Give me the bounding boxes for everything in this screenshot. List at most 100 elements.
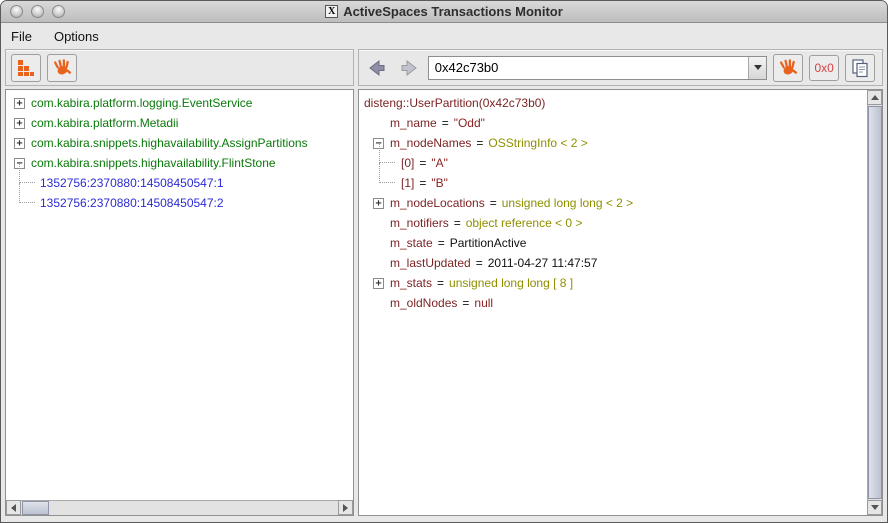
field-value: "Odd"	[454, 116, 485, 130]
detail-row[interactable]: m_oldNodes = null	[359, 293, 866, 313]
detail-row[interactable]: −m_nodeNames=OSStringInfo < 2 >	[359, 133, 866, 153]
field-name: [0]	[401, 156, 414, 170]
grab-object-button[interactable]	[773, 54, 803, 82]
close-button[interactable]	[10, 5, 23, 18]
field-name: m_oldNodes	[390, 296, 457, 310]
tree-item-label[interactable]: com.kabira.snippets.highavailability.Fli…	[31, 156, 276, 170]
field-value: PartitionActive	[450, 236, 527, 250]
equals-sign: =	[476, 256, 483, 270]
hex-view-button[interactable]: 0x0	[809, 55, 839, 81]
address-input[interactable]	[429, 57, 748, 79]
forward-arrow-icon	[399, 59, 419, 77]
equals-sign: =	[442, 116, 449, 130]
detail-row[interactable]: [0]="A"	[359, 153, 866, 173]
right-toolbar: 0x0	[358, 49, 883, 86]
tree-connector-icon	[19, 163, 35, 183]
detail-tree: disteng::UserPartition(0x42c73b0)m_name=…	[359, 93, 866, 515]
detail-connector-icon	[379, 143, 395, 163]
detail-row[interactable]: [1] = "B"	[359, 173, 866, 193]
object-detail-pane: disteng::UserPartition(0x42c73b0)m_name=…	[358, 89, 883, 516]
detail-row[interactable]: +m_stats=unsigned long long [ 8 ]	[359, 273, 866, 293]
menu-file[interactable]: File	[11, 29, 32, 44]
tree-item[interactable]: + com.kabira.platform.logging.EventServic…	[6, 93, 353, 113]
menubar: File Options	[1, 24, 887, 48]
expand-icon[interactable]: +	[373, 278, 384, 289]
back-button[interactable]	[364, 55, 390, 81]
zoom-button[interactable]	[52, 5, 65, 18]
app-window: X ActiveSpaces Transactions Monitor File…	[0, 0, 888, 523]
field-name: m_nodeLocations	[390, 196, 485, 210]
field-value: "B"	[431, 176, 448, 190]
detail-root-label: disteng::UserPartition(0x42c73b0)	[364, 96, 545, 110]
scroll-up-button[interactable]	[867, 90, 882, 105]
field-name: m_notifiers	[390, 216, 449, 230]
minimize-button[interactable]	[31, 5, 44, 18]
field-name: [1]	[401, 176, 414, 190]
detail-vscrollbar[interactable]	[867, 90, 882, 515]
scroll-up-icon	[871, 95, 879, 100]
scroll-right-icon	[343, 504, 348, 512]
tree-item-label[interactable]: com.kabira.platform.Metadii	[31, 116, 178, 130]
address-dropdown-button[interactable]	[748, 57, 766, 79]
expand-icon[interactable]: +	[14, 138, 25, 149]
class-tree-hscrollbar[interactable]	[6, 500, 353, 515]
detail-row[interactable]: m_state = PartitionActive	[359, 233, 866, 253]
left-toolbar	[5, 49, 354, 86]
hscroll-thumb[interactable]	[22, 501, 49, 515]
address-combobox	[428, 56, 767, 80]
field-value: "A"	[431, 156, 448, 170]
copy-button[interactable]	[845, 54, 875, 82]
tree-item[interactable]: + com.kabira.snippets.highavailability.As…	[6, 133, 353, 153]
vscroll-thumb[interactable]	[868, 106, 882, 499]
right-panel: 0x0 disteng::UserPartition(0x42c73b0)m_n…	[358, 49, 883, 516]
expand-icon[interactable]: +	[373, 198, 384, 209]
scroll-down-icon	[871, 505, 879, 510]
field-value: unsigned long long [ 8 ]	[449, 276, 573, 290]
detail-row[interactable]: m_notifiers=object reference < 0 >	[359, 213, 866, 233]
detail-connector-icon	[379, 163, 395, 183]
grab-refresh-button[interactable]	[47, 54, 77, 82]
tree-item-label[interactable]: com.kabira.platform.logging.EventService	[31, 96, 252, 110]
expand-icon[interactable]: +	[14, 98, 25, 109]
class-tree: + com.kabira.platform.logging.EventServic…	[6, 93, 353, 499]
partition-blocks-icon	[17, 59, 35, 77]
copy-icon	[850, 58, 870, 78]
field-value: 2011-04-27 11:47:57	[488, 256, 598, 270]
tree-item[interactable]: + com.kabira.platform.Metadii	[6, 113, 353, 133]
scroll-left-icon	[11, 504, 16, 512]
titlebar: X ActiveSpaces Transactions Monitor	[1, 1, 887, 23]
window-controls	[10, 5, 65, 18]
detail-row[interactable]: m_name="Odd"	[359, 113, 866, 133]
equals-sign: =	[438, 236, 445, 250]
scroll-down-button[interactable]	[867, 500, 882, 515]
detail-root-row[interactable]: disteng::UserPartition(0x42c73b0)	[359, 93, 866, 113]
detail-row[interactable]: +m_nodeLocations=unsigned long long < 2 …	[359, 193, 866, 213]
hand-icon	[52, 58, 72, 78]
partitions-view-button[interactable]	[11, 54, 41, 82]
expand-icon[interactable]: +	[14, 118, 25, 129]
field-name: m_state	[390, 236, 433, 250]
x11-app-icon: X	[325, 5, 338, 18]
equals-sign: =	[462, 296, 469, 310]
equals-sign: =	[476, 136, 483, 150]
tree-item-label[interactable]: 1352756:2370880:14508450547:1	[40, 176, 224, 190]
tree-item[interactable]: 1352756:2370880:14508450547:1	[6, 173, 353, 193]
equals-sign: =	[454, 216, 461, 230]
tree-connector-icon	[19, 183, 35, 203]
field-name: m_lastUpdated	[390, 256, 471, 270]
equals-sign: =	[419, 176, 426, 190]
tree-item-label[interactable]: com.kabira.snippets.highavailability.Ass…	[31, 136, 308, 150]
tree-item-label[interactable]: 1352756:2370880:14508450547:2	[40, 196, 224, 210]
scroll-right-button[interactable]	[338, 500, 353, 515]
detail-row[interactable]: m_lastUpdated = 2011-04-27 11:47:57	[359, 253, 866, 273]
field-value: unsigned long long < 2 >	[502, 196, 633, 210]
back-arrow-icon	[367, 59, 387, 77]
tree-item[interactable]: 1352756:2370880:14508450547:2	[6, 193, 353, 213]
field-value: null	[474, 296, 493, 310]
scroll-left-button[interactable]	[6, 500, 21, 515]
tree-item[interactable]: −com.kabira.snippets.highavailability.Fl…	[6, 153, 353, 173]
field-name: m_nodeNames	[390, 136, 471, 150]
window-title: ActiveSpaces Transactions Monitor	[343, 4, 563, 19]
menu-options[interactable]: Options	[54, 29, 99, 44]
forward-button[interactable]	[396, 55, 422, 81]
